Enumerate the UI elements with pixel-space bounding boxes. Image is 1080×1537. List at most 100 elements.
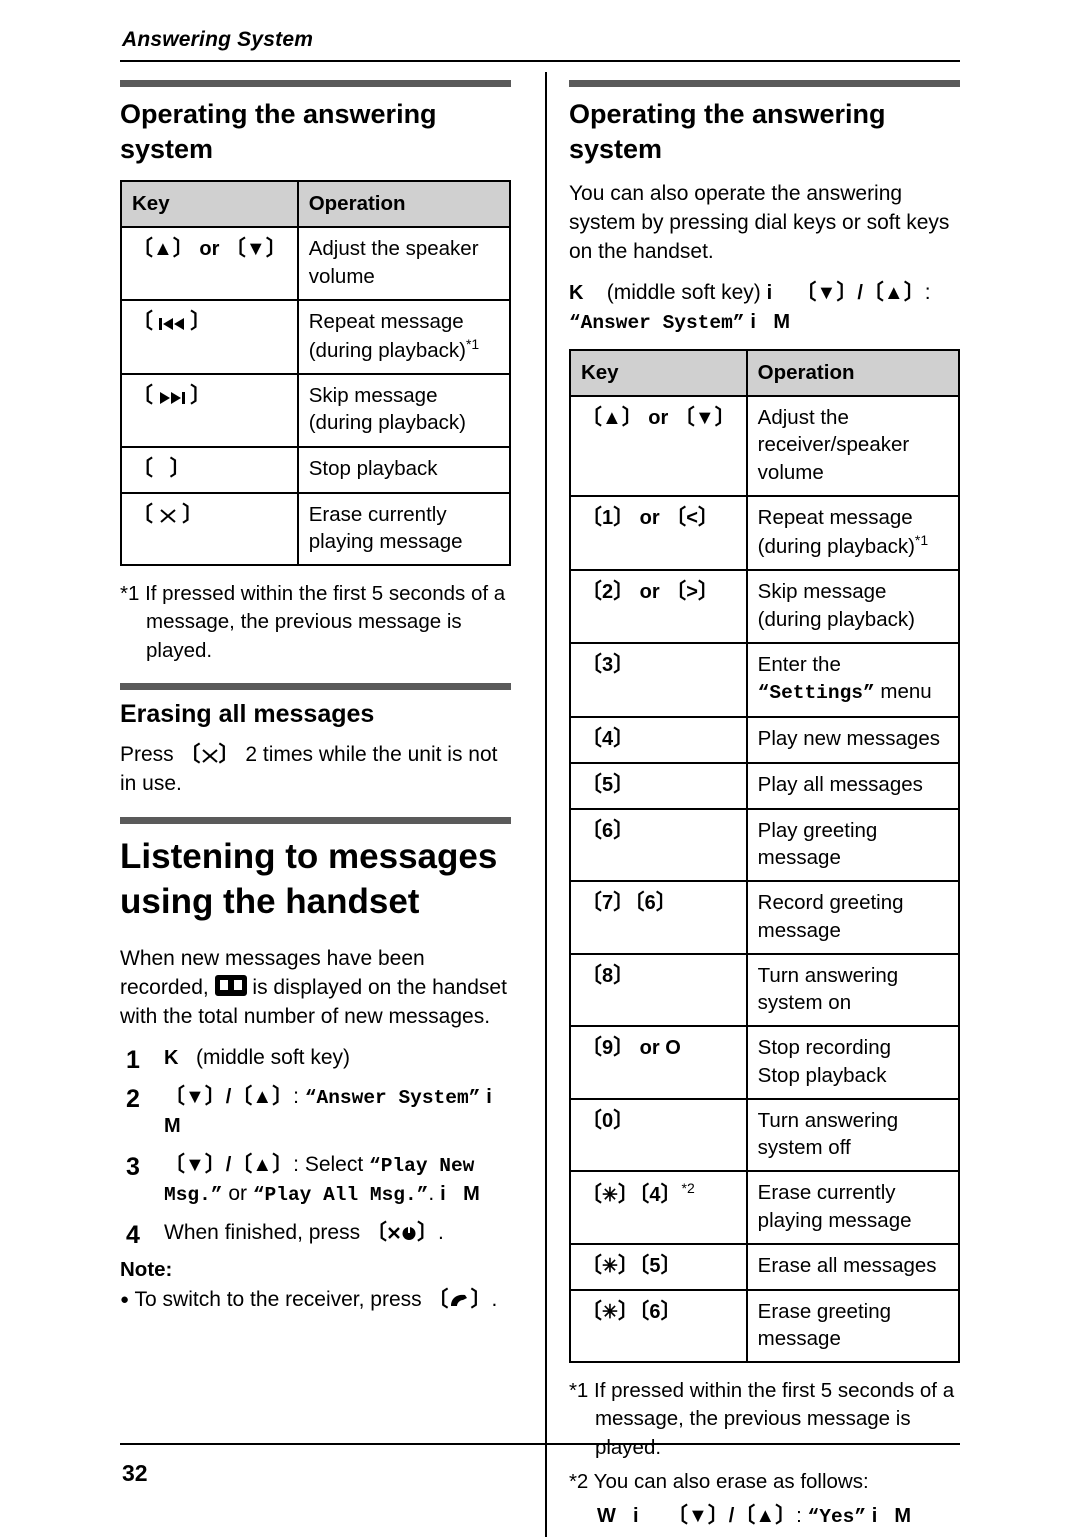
two-column-body: Operating the answering system Key Opera…: [120, 62, 960, 1537]
table-row: 〔 〕 Skip message (during playback): [120, 373, 512, 448]
operation-cell: Stop playback: [296, 445, 512, 494]
left-section-title: Operating the answering system: [120, 99, 437, 164]
note-item: ● To switch to the receiver, press 〔〕.: [120, 1287, 498, 1311]
step-number: 2: [126, 1084, 140, 1113]
right-footnote-1: *1 If pressed within the first 5 seconds…: [568, 1379, 955, 1459]
left-column: Operating the answering system Key Opera…: [120, 62, 533, 1537]
key-cell: 〔8〕: [568, 952, 748, 1028]
table-row: 〔1〕 or 〔<〕 Repeat message (during playba…: [568, 494, 960, 572]
column-header-operation: Operation: [745, 348, 960, 398]
table-row: 〔▲〕 or 〔▼〕 Adjust the receiver/speaker v…: [568, 395, 960, 497]
power-off-icon: [388, 1225, 416, 1240]
operation-cell: Play greeting message: [745, 807, 960, 883]
right-section-title: Operating the answering system: [568, 99, 886, 164]
operation-cell: Play all messages: [745, 761, 960, 810]
table-row: 〔6〕 Play greeting message: [568, 807, 960, 883]
erasing-text-a: Press: [120, 742, 180, 766]
table-row: 〔3〕 Enter the “Settings” menu: [568, 641, 960, 718]
erase-cross-icon: [201, 749, 218, 763]
operation-cell: Adjust the receiver/speaker volume: [745, 395, 960, 497]
operation-cell: Repeat message (during playback)*1: [745, 494, 960, 572]
bullet-icon: ●: [120, 1290, 130, 1308]
table-row: 〔✳〕〔4〕*2 Erase currently playing message: [568, 1170, 960, 1245]
key-cell: 〔1〕 or 〔<〕: [568, 494, 748, 572]
step-number: 3: [126, 1152, 140, 1181]
page-number: 32: [122, 1460, 148, 1486]
step-number: 4: [126, 1220, 140, 1249]
key-cell: 〔9〕 or O: [568, 1025, 748, 1100]
operation-cell: Erase greeting message: [745, 1288, 960, 1364]
operation-cell: Turn answering system off: [745, 1097, 960, 1173]
left-section-rule: [120, 80, 512, 87]
right-key-sequence: K (middle soft key) i 〔▼〕/〔▲〕: “Answer S…: [568, 281, 931, 334]
column-divider: [545, 72, 547, 1537]
key-cell: 〔▲〕 or 〔▼〕: [120, 226, 299, 301]
key-cell: 〔5〕: [568, 761, 748, 810]
operation-cell: Adjust the speaker volume: [296, 226, 512, 301]
erasing-section-rule: [120, 682, 512, 690]
manual-page: Answering System Operating the answering…: [0, 0, 1080, 1537]
table-row: 〔5〕 Play all messages: [568, 761, 960, 810]
left-footnote-1: *1 If pressed within the first 5 seconds…: [120, 582, 506, 662]
key-cell: 〔0〕: [568, 1097, 748, 1173]
key-cell: 〔▲〕 or 〔▼〕: [568, 395, 748, 497]
operation-cell: Erase currently playing message: [296, 491, 512, 567]
table-header-row: Key Operation: [120, 180, 512, 229]
operation-cell: Repeat message (during playback)*1: [296, 298, 512, 376]
left-key-operation-table: Key Operation 〔▲〕 or 〔▼〕 Adjust the spea…: [120, 180, 512, 567]
running-head: Answering System: [122, 28, 314, 51]
table-row: 〔 〕 Erase currently playing message: [120, 491, 512, 567]
operation-cell: Stop recording Stop playback: [745, 1025, 960, 1100]
listening-steps: 1 K (middle soft key) 2 〔▼〕/〔▲〕: “Answer…: [120, 1044, 511, 1249]
table-row: 〔 〕 Repeat message (during playback)*1: [120, 298, 512, 376]
key-cell: 〔7〕〔6〕: [568, 880, 748, 955]
erasing-all-messages-title: Erasing all messages: [120, 699, 375, 728]
operation-cell: Erase currently playing message: [745, 1170, 960, 1245]
table-row: 〔✳〕〔5〕 Erase all messages: [568, 1242, 960, 1291]
note-label: Note:: [120, 1257, 173, 1281]
operation-cell: Turn answering system on: [745, 952, 960, 1028]
listening-intro: When new messages have been recorded, is…: [120, 945, 511, 1032]
column-header-operation: Operation: [296, 180, 512, 229]
key-cell: 〔 〕: [120, 298, 299, 376]
operation-cell: Skip message (during playback): [296, 373, 512, 448]
step-1: 1 K (middle soft key): [120, 1044, 511, 1074]
operation-cell: Enter the “Settings” menu: [745, 641, 960, 718]
operation-cell: Play new messages: [745, 715, 960, 764]
listening-section-rule: [120, 816, 512, 824]
fast-forward-icon: [159, 392, 185, 405]
table-row: 〔7〕〔6〕 Record greeting message: [568, 880, 960, 955]
key-cell: 〔 〕: [120, 373, 299, 448]
key-cell: 〔 〕: [120, 445, 299, 494]
erasing-all-messages-body: Press 〔〕 2 times while the unit is not i…: [120, 742, 498, 795]
key-cell: 〔6〕: [568, 807, 748, 883]
operation-cell: Erase all messages: [745, 1242, 960, 1291]
step-3: 3 〔▼〕/〔▲〕: Select “Play New Msg.” or “Pl…: [120, 1151, 511, 1209]
listening-title: Listening to messages using the handset: [120, 836, 498, 922]
table-row: 〔2〕 or 〔>〕 Skip message (during playback…: [568, 569, 960, 644]
right-key-operation-table: Key Operation 〔▲〕 or 〔▼〕 Adjust the rece…: [568, 348, 960, 1364]
right-section-rule: [568, 80, 960, 87]
step-4: 4 When finished, press 〔〕.: [120, 1219, 511, 1249]
key-cell: 〔3〕: [568, 641, 748, 718]
table-row: 〔9〕 or O Stop recording Stop playback: [568, 1025, 960, 1100]
key-cell: 〔 〕: [120, 491, 299, 567]
table-row: 〔✳〕〔6〕 Erase greeting message: [568, 1288, 960, 1364]
key-cell: 〔✳〕〔6〕: [568, 1288, 748, 1364]
column-header-key: Key: [120, 180, 299, 229]
right-intro: You can also operate the answering syste…: [568, 182, 950, 264]
operation-cell: Record greeting message: [745, 880, 960, 955]
talk-handset-icon: [451, 1294, 468, 1306]
table-row: 〔8〕 Turn answering system on: [568, 952, 960, 1028]
footer-rule: [120, 1443, 960, 1445]
new-message-icon: [214, 974, 247, 996]
right-footnote-2: *2 You can also erase as follows:: [568, 1470, 869, 1494]
erase-cross-icon: [159, 508, 176, 523]
key-cell: 〔4〕: [568, 715, 748, 764]
table-row: 〔0〕 Turn answering system off: [568, 1097, 960, 1173]
step-number: 1: [126, 1045, 140, 1074]
table-row: 〔 〕 Stop playback: [120, 445, 512, 494]
rewind-icon: [158, 317, 184, 330]
right-column: Operating the answering system You can a…: [559, 62, 960, 1537]
step-2: 2 〔▼〕/〔▲〕: “Answer System” i M: [120, 1083, 511, 1141]
